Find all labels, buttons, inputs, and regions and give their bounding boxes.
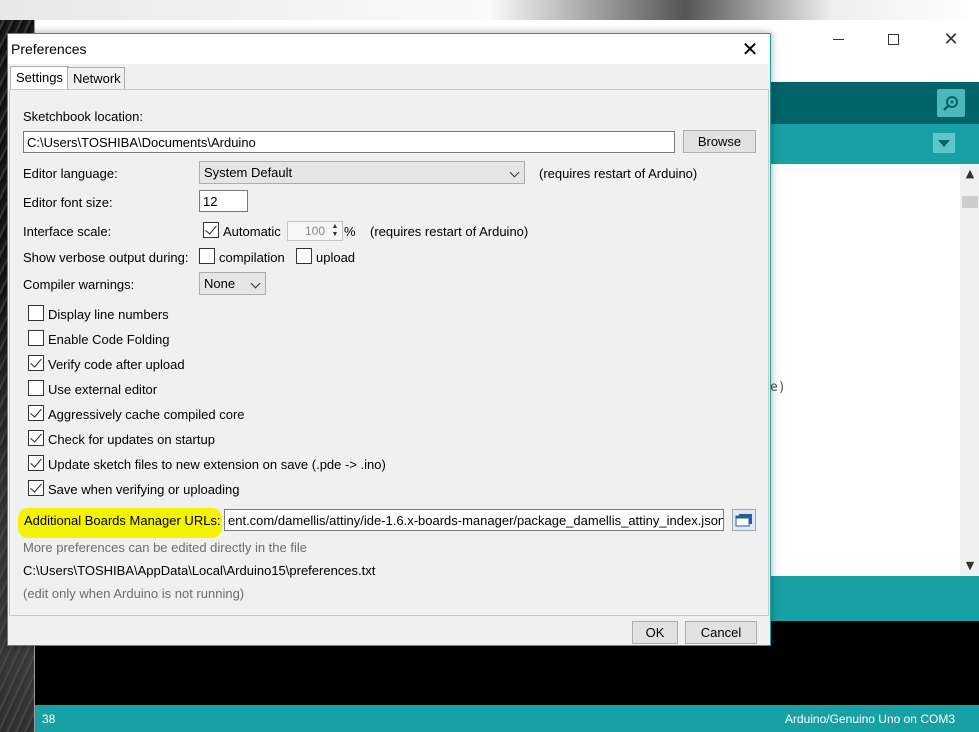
edit-note-text: (edit only when Arduino is not running) — [23, 586, 245, 601]
settings-panel: Sketchbook location: C:\Users\TOSHIBA\Do… — [9, 89, 769, 616]
dialog-close-button[interactable]: ✕ — [741, 37, 759, 61]
dialog-title: Preferences — [11, 41, 87, 57]
editor-language-value: System Default — [204, 165, 293, 180]
verbose-upload-label: upload — [316, 250, 356, 265]
compiler-warnings-value: None — [204, 276, 236, 291]
sketchbook-label: Sketchbook location: — [23, 109, 143, 124]
update-extension-label: Update sketch files to new extension on … — [48, 457, 386, 472]
automatic-scale-label: Automatic — [223, 224, 281, 239]
window-close-button[interactable]: ✕ — [928, 28, 974, 50]
browse-button[interactable]: Browse — [683, 130, 756, 153]
interface-scale-label: Interface scale: — [23, 224, 112, 239]
spinner-arrows-icon[interactable]: ▲ ▼ — [329, 223, 341, 239]
editor-text-fragment: e) — [770, 380, 786, 395]
desktop-wallpaper-top — [0, 0, 979, 20]
verify-after-upload-checkbox[interactable] — [28, 355, 44, 371]
font-size-input[interactable]: 12 — [199, 190, 248, 212]
scale-unit: % — [344, 224, 356, 239]
scale-spinner[interactable]: 100 ▲ ▼ — [287, 221, 343, 241]
verbose-compilation-checkbox[interactable] — [199, 248, 215, 264]
tab-settings[interactable]: Settings — [10, 66, 69, 90]
sketchbook-location-input[interactable]: C:\Users\TOSHIBA\Documents\Arduino — [23, 131, 675, 153]
boards-manager-label: Additional Boards Manager URLs: — [24, 513, 221, 528]
compiler-warnings-label: Compiler warnings: — [23, 277, 135, 292]
boards-manager-urls-input[interactable]: ent.com/damellis/attiny/ide-1.6.x-boards… — [224, 509, 724, 531]
minimize-icon — [832, 38, 844, 40]
more-preferences-text: More preferences can be edited directly … — [23, 540, 307, 555]
font-size-label: Editor font size: — [23, 195, 113, 210]
display-line-numbers-label: Display line numbers — [48, 307, 169, 322]
ok-button[interactable]: OK — [632, 621, 678, 644]
scale-value: 100 — [304, 224, 325, 238]
scroll-up-icon[interactable]: ▲ — [964, 168, 976, 180]
dialog-titlebar: Preferences ✕ — [8, 34, 770, 64]
automatic-scale-checkbox[interactable] — [203, 222, 219, 238]
cache-core-checkbox[interactable] — [28, 405, 44, 421]
cache-core-label: Aggressively cache compiled core — [48, 407, 245, 422]
minimize-button[interactable] — [815, 28, 861, 50]
interface-scale-note: (requires restart of Arduino) — [370, 224, 529, 239]
serial-monitor-button[interactable] — [937, 89, 965, 117]
save-when-verifying-checkbox[interactable] — [28, 480, 44, 496]
code-folding-label: Enable Code Folding — [48, 332, 170, 347]
close-icon: ✕ — [741, 37, 759, 61]
chevron-down-icon — [938, 139, 950, 147]
preferences-dialog: Preferences ✕ Settings Network Sketchboo… — [7, 33, 771, 646]
maximize-button[interactable] — [870, 28, 916, 50]
external-editor-checkbox[interactable] — [28, 380, 44, 396]
editor-language-note: (requires restart of Arduino) — [539, 166, 698, 181]
display-line-numbers-checkbox[interactable] — [28, 305, 44, 321]
cancel-button[interactable]: Cancel — [685, 621, 757, 644]
update-extension-checkbox[interactable] — [28, 455, 44, 471]
maximize-icon — [887, 33, 899, 45]
scroll-down-icon[interactable]: ▼ — [964, 560, 976, 572]
external-editor-label: Use external editor — [48, 382, 158, 397]
chevron-down-icon — [250, 278, 261, 289]
close-icon: ✕ — [943, 28, 959, 50]
ide-footer: 38 Arduino/Genuino Uno on COM3 — [35, 705, 979, 732]
scroll-thumb[interactable] — [962, 196, 978, 208]
verbose-upload-checkbox[interactable] — [296, 248, 312, 264]
check-updates-label: Check for updates on startup — [48, 432, 215, 447]
editor-language-label: Editor language: — [23, 166, 118, 181]
check-updates-checkbox[interactable] — [28, 430, 44, 446]
verify-after-upload-label: Verify code after upload — [48, 357, 185, 372]
board-port-status: Arduino/Genuino Uno on COM3 — [784, 712, 955, 726]
compiler-warnings-select[interactable]: None — [199, 272, 266, 295]
preferences-file-path[interactable]: C:\Users\TOSHIBA\AppData\Local\Arduino15… — [23, 563, 375, 578]
chevron-down-icon — [509, 167, 520, 178]
verbose-compilation-label: compilation — [219, 250, 285, 265]
tab-network[interactable]: Network — [67, 67, 125, 89]
editor-scrollbar[interactable]: ▲ ▼ — [960, 164, 979, 576]
line-number: 38 — [42, 712, 56, 726]
save-when-verifying-label: Save when verifying or uploading — [48, 482, 240, 497]
window-list-icon — [735, 514, 752, 527]
verbose-label: Show verbose output during: — [23, 250, 189, 265]
edit-urls-button[interactable] — [732, 509, 756, 531]
code-folding-checkbox[interactable] — [28, 330, 44, 346]
editor-language-select[interactable]: System Default — [199, 161, 525, 184]
magnifier-icon — [943, 96, 958, 111]
tab-menu-button[interactable] — [933, 133, 955, 153]
